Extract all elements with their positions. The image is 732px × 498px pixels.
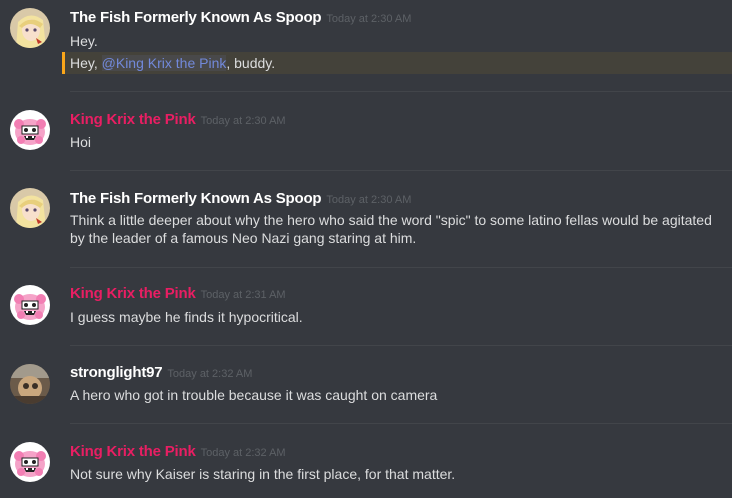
- message-text: Hey.: [70, 33, 98, 49]
- mention-highlight-bar: [62, 52, 65, 74]
- message-header: stronglight97 Today at 2:32 AM: [70, 364, 252, 384]
- message-text: Hoi: [70, 134, 92, 150]
- pink-monster-avatar-icon[interactable]: [10, 442, 50, 482]
- message-divider: [70, 423, 732, 424]
- message-header: The Fish Formerly Known As Spoop Today at…: [70, 190, 411, 210]
- timestamp[interactable]: Today at 2:30 AM: [201, 115, 286, 127]
- timestamp[interactable]: Today at 2:30 AM: [326, 13, 411, 25]
- timestamp[interactable]: Today at 2:31 AM: [201, 289, 286, 301]
- timestamp[interactable]: Today at 2:32 AM: [167, 368, 252, 380]
- username[interactable]: The Fish Formerly Known As Spoop: [70, 190, 322, 207]
- message-text: Not sure why Kaiser is staring in the fi…: [70, 466, 456, 482]
- message-header: The Fish Formerly Known As Spoop Today at…: [70, 9, 411, 29]
- message-text: by the leader of a famous Neo Nazi gang …: [70, 230, 417, 246]
- message-divider: [70, 170, 732, 171]
- mention-line-suffix: , buddy.: [226, 55, 276, 71]
- username[interactable]: King Krix the Pink: [70, 285, 196, 302]
- message-divider: [70, 267, 732, 268]
- username[interactable]: stronglight97: [70, 364, 163, 381]
- timestamp[interactable]: Today at 2:32 AM: [201, 447, 286, 459]
- pink-monster-avatar-icon[interactable]: [10, 110, 50, 150]
- pink-monster-avatar-icon[interactable]: [10, 285, 50, 325]
- user-mention[interactable]: @King Krix the Pink: [101, 55, 227, 71]
- message-text: A hero who got in trouble because it was…: [70, 387, 438, 403]
- mention-line-prefix: Hey,: [70, 55, 102, 71]
- message-header: King Krix the Pink Today at 2:32 AM: [70, 443, 286, 463]
- anime-girl-avatar-icon[interactable]: [10, 8, 50, 48]
- timestamp[interactable]: Today at 2:30 AM: [326, 194, 411, 206]
- message-divider: [70, 345, 732, 346]
- username[interactable]: King Krix the Pink: [70, 111, 196, 128]
- message-divider: [70, 91, 732, 92]
- message-text: Think a little deeper about why the hero…: [70, 212, 712, 228]
- username[interactable]: The Fish Formerly Known As Spoop: [70, 9, 322, 26]
- message-text-mention: Hey, @King Krix the Pink, buddy.: [70, 53, 275, 73]
- message-header: King Krix the Pink Today at 2:30 AM: [70, 111, 286, 131]
- message-text: I guess maybe he finds it hypocritical.: [70, 309, 303, 325]
- username[interactable]: King Krix the Pink: [70, 443, 196, 460]
- message-header: King Krix the Pink Today at 2:31 AM: [70, 285, 286, 305]
- anime-girl-avatar-icon[interactable]: [10, 188, 50, 228]
- chat-messages-pane[interactable]: The Fish Formerly Known As Spoop Today at…: [0, 0, 732, 498]
- blurry-photo-avatar-icon[interactable]: [10, 364, 50, 404]
